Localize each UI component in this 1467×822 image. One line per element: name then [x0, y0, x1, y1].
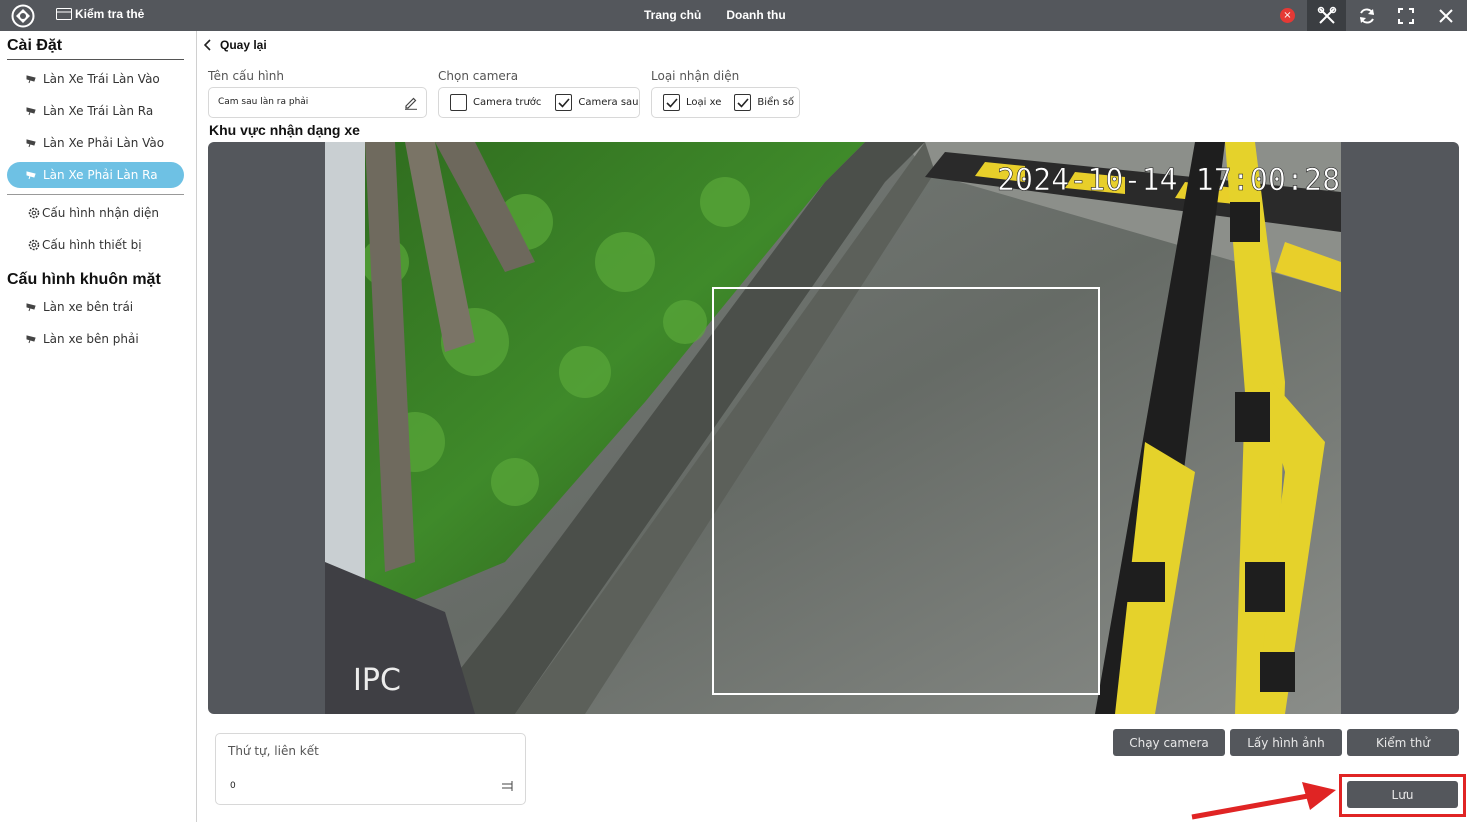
camera-select-label: Chọn camera [438, 69, 519, 83]
config-name-value: Cam sau làn ra phải [218, 97, 309, 107]
checkbox-box[interactable] [663, 94, 680, 111]
fullscreen-button[interactable] [1386, 0, 1425, 31]
close-window-button[interactable] [1426, 0, 1465, 31]
camera-select-group: Camera trước Camera sau [438, 87, 640, 118]
camera-icon [26, 302, 36, 311]
camera-front-label: Camera trước [473, 97, 542, 108]
chevron-left-icon [204, 39, 211, 51]
camera-icon [26, 170, 36, 179]
tools-icon [1317, 6, 1336, 24]
camera-view-panel: 2024-10-14 17:00:28 IPC [208, 142, 1459, 714]
order-link-value: 0 [230, 781, 236, 791]
resize-handle-icon[interactable] [501, 781, 513, 791]
nav-revenue[interactable]: Doanh thu [726, 8, 785, 22]
fullscreen-icon [1397, 7, 1414, 24]
detection-zone-title: Khu vực nhận dạng xe [209, 122, 360, 138]
camera-icon [26, 106, 36, 115]
checkbox-box[interactable] [450, 94, 467, 111]
sidebar-item-left-lane-in[interactable]: Làn Xe Trái Làn Vào [7, 66, 184, 92]
config-name-field[interactable]: Cam sau làn ra phải [208, 87, 427, 118]
vehicle-type-checkbox[interactable]: Loại xe [663, 94, 721, 111]
sidebar-item-label: Làn Xe Phải Làn Ra [43, 168, 158, 182]
test-button[interactable]: Kiểm thử [1347, 729, 1459, 756]
sidebar-item-label: Làn Xe Phải Làn Vào [43, 136, 165, 150]
sidebar: Cài Đặt Làn Xe Trái Làn Vào Làn Xe Trái … [0, 31, 197, 822]
close-icon [1438, 8, 1453, 23]
check-icon [737, 97, 749, 108]
check-card-label: Kiểm tra thẻ [75, 7, 145, 21]
plate-label: Biển số [757, 97, 795, 108]
refresh-icon [1359, 7, 1374, 24]
annotation-arrow-icon [1191, 782, 1336, 820]
divider [7, 194, 184, 195]
run-camera-button[interactable]: Chạy camera [1113, 729, 1225, 756]
check-icon [665, 97, 678, 108]
order-link-label: Thứ tự, liên kết [228, 744, 319, 758]
divider [7, 59, 184, 60]
camera-icon [26, 74, 36, 83]
checkbox-box[interactable] [555, 94, 573, 111]
feed-watermark: IPC [353, 663, 401, 698]
card-icon [56, 8, 72, 20]
check-icon [558, 97, 570, 108]
sidebar-item-left-lane-out[interactable]: Làn Xe Trái Làn Ra [7, 98, 184, 124]
sidebar-item-label: Làn xe bên trái [43, 300, 134, 314]
sidebar-item-right-lane-out[interactable]: Làn Xe Phải Làn Ra [7, 162, 184, 188]
camera-front-checkbox[interactable]: Camera trước [450, 94, 541, 111]
plate-checkbox[interactable]: Biển số [734, 94, 794, 111]
order-link-field[interactable]: Thứ tự, liên kết 0 [215, 733, 526, 805]
error-badge-icon[interactable]: × [1280, 8, 1295, 23]
top-bar: Kiểm tra thẻ Trang chủ Doanh thu × [0, 0, 1467, 31]
gear-icon [28, 207, 40, 219]
capture-image-button[interactable]: Lấy hình ảnh [1230, 729, 1342, 756]
save-button[interactable]: Lưu [1347, 781, 1458, 808]
refresh-button[interactable] [1347, 0, 1386, 31]
sidebar-item-label: Làn Xe Trái Làn Vào [43, 72, 160, 86]
sidebar-item-label: Làn Xe Trái Làn Ra [43, 104, 154, 118]
sidebar-item-device-config[interactable]: Cấu hình thiết bị [7, 232, 184, 258]
sidebar-item-right-lane-in[interactable]: Làn Xe Phải Làn Vào [7, 130, 184, 156]
vehicle-type-label: Loại xe [686, 97, 722, 108]
sidebar-item-face-left[interactable]: Làn xe bên trái [7, 294, 184, 320]
tools-button[interactable] [1307, 0, 1346, 31]
checkbox-box[interactable] [734, 94, 752, 111]
sidebar-item-label: Cấu hình thiết bị [42, 238, 142, 252]
edit-icon[interactable] [404, 96, 418, 110]
nav-home[interactable]: Trang chủ [644, 8, 701, 22]
gear-icon [28, 239, 40, 251]
camera-rear-label: Camera sau [578, 97, 639, 108]
recognition-type-group: Loại xe Biển số [651, 87, 800, 118]
back-label: Quay lại [220, 38, 267, 52]
check-card-button[interactable]: Kiểm tra thẻ [56, 7, 144, 21]
sidebar-item-face-right[interactable]: Làn xe bên phải [7, 326, 184, 352]
recognition-type-label: Loại nhận diện [651, 69, 740, 83]
camera-icon [26, 138, 36, 147]
settings-heading: Cài Đặt [7, 37, 63, 54]
face-config-heading: Cấu hình khuôn mặt [7, 271, 161, 288]
feed-timestamp: 2024-10-14 17:00:28 [997, 163, 1340, 198]
camera-icon [26, 334, 36, 343]
sidebar-item-label: Làn xe bên phải [43, 332, 139, 346]
config-name-label: Tên cấu hình [208, 69, 284, 83]
sidebar-item-label: Cấu hình nhận diện [42, 206, 160, 220]
sidebar-item-recognition-config[interactable]: Cấu hình nhận diện [7, 200, 184, 226]
camera-feed-image[interactable]: 2024-10-14 17:00:28 IPC [325, 142, 1341, 714]
app-logo-icon[interactable] [11, 4, 35, 28]
back-button[interactable]: Quay lại [204, 38, 267, 52]
camera-rear-checkbox[interactable]: Camera sau [555, 94, 639, 111]
